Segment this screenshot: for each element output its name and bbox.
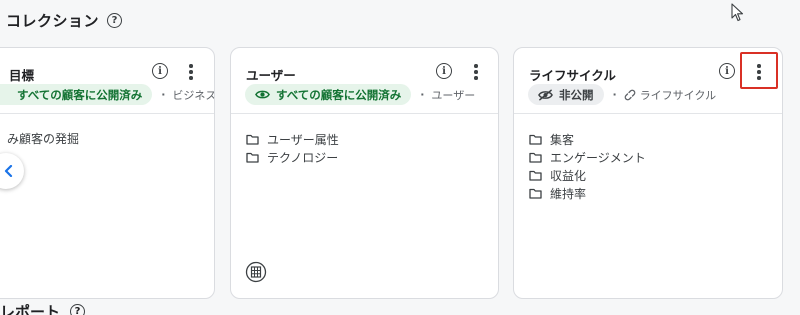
collection-card-user[interactable]: ユーザー i すべての顧客に公開済み · ユーザー ユーザー属性 テクノロジー (230, 47, 499, 299)
folder-icon (529, 152, 542, 163)
info-icon[interactable]: i (719, 63, 735, 79)
card-meta: すべての顧客に公開済み · ビジネス... (0, 84, 214, 105)
card-header: 目標 i すべての顧客に公開済み · ビジネス... (0, 48, 214, 114)
card-title: ライフサイクル (529, 68, 616, 83)
question-circle-icon[interactable]: ? (107, 13, 123, 28)
highlight-box (740, 52, 778, 89)
card-title: ユーザー (246, 68, 296, 83)
card-item-list: ユーザー属性 テクノロジー (246, 130, 339, 166)
eye-off-icon (538, 89, 553, 100)
list-item[interactable]: 収益化 (529, 166, 646, 184)
private-status-chip: 非公開 (528, 84, 604, 105)
link-icon (624, 89, 635, 100)
list-item[interactable]: エンゲージメント (529, 148, 646, 166)
mouse-cursor-icon (731, 3, 744, 22)
question-circle-icon[interactable]: ? (70, 303, 86, 315)
section-title: レポート (0, 302, 61, 315)
folder-icon (246, 134, 259, 145)
card-meta-label: ユーザー (431, 88, 476, 102)
more-vert-icon[interactable] (468, 63, 484, 81)
chevron-left-icon (4, 165, 13, 177)
card-title: 目標 (9, 68, 35, 83)
folder-icon (246, 152, 259, 163)
eye-icon (255, 90, 270, 99)
table-chart-icon (245, 261, 267, 283)
list-item[interactable]: み顧客の発掘 (7, 130, 79, 147)
info-icon[interactable]: i (152, 63, 168, 79)
folder-icon (529, 134, 542, 145)
collection-card-goals[interactable]: 目標 i すべての顧客に公開済み · ビジネス... み顧客の発掘 (0, 47, 215, 299)
reports-header: レポート ? (0, 302, 86, 315)
folder-icon (529, 170, 542, 181)
card-meta: 非公開 · ライフサイクル (528, 84, 716, 105)
collections-header: コレクション ? (6, 10, 123, 31)
card-header: ユーザー i すべての顧客に公開済み · ユーザー (231, 48, 498, 114)
section-title: コレクション (6, 12, 100, 30)
list-item[interactable]: ユーザー属性 (246, 130, 339, 148)
card-meta-label: ライフサイクル (639, 88, 717, 102)
folder-icon (529, 188, 542, 199)
published-status-chip: すべての顧客に公開済み (0, 84, 153, 105)
card-meta-label: ビジネス... (172, 88, 214, 102)
list-item[interactable]: テクノロジー (246, 148, 339, 166)
more-vert-icon[interactable] (183, 63, 199, 81)
card-item-list: み顧客の発掘 (7, 130, 79, 147)
card-meta: すべての顧客に公開済み · ユーザー (245, 84, 475, 105)
published-status-chip: すべての顧客に公開済み (245, 84, 412, 105)
info-icon[interactable]: i (436, 63, 452, 79)
list-item[interactable]: 維持率 (529, 184, 646, 202)
card-item-list: 集客 エンゲージメント 収益化 維持率 (529, 130, 646, 202)
list-item[interactable]: 集客 (529, 130, 646, 148)
